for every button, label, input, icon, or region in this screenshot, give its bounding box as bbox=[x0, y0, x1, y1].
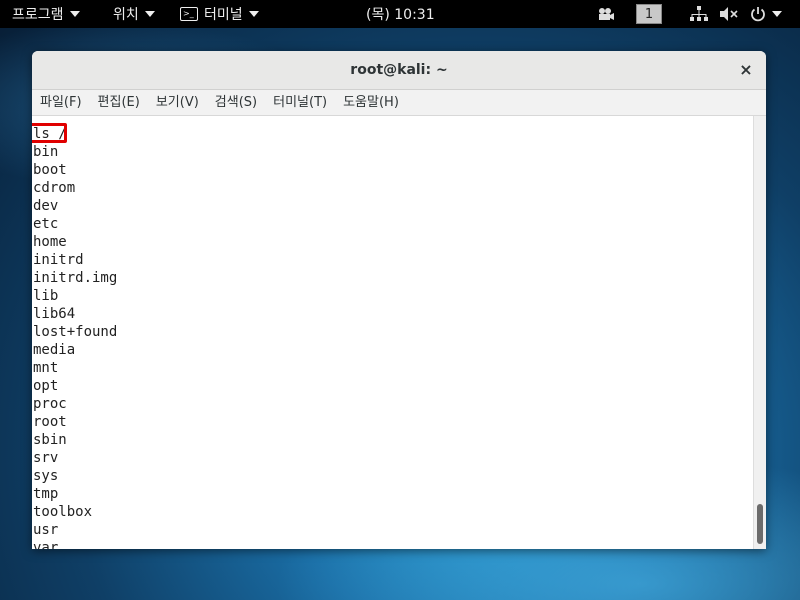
menu-help[interactable]: 도움말(H) bbox=[335, 90, 407, 115]
scrollbar[interactable] bbox=[753, 116, 766, 549]
menu-terminal[interactable]: 터미널(T) bbox=[265, 90, 335, 115]
app-label: 터미널 bbox=[204, 7, 243, 23]
chevron-down-icon bbox=[248, 11, 259, 17]
output-line: toolbox bbox=[33, 504, 93, 520]
close-button[interactable]: × bbox=[736, 60, 756, 80]
places-menu[interactable]: 위치 bbox=[113, 0, 155, 28]
menu-view[interactable]: 보기(V) bbox=[148, 90, 207, 115]
chevron-down-icon bbox=[144, 11, 155, 17]
output-line: boot bbox=[33, 162, 67, 178]
output-line: home bbox=[33, 234, 67, 250]
video-icon[interactable] bbox=[597, 0, 615, 28]
output-line: sys bbox=[33, 468, 59, 484]
output-line: dev bbox=[33, 198, 59, 214]
output-line: root bbox=[33, 414, 67, 430]
menu-search[interactable]: 검색(S) bbox=[207, 90, 265, 115]
window-titlebar[interactable]: root@kali: ~ × bbox=[32, 51, 766, 90]
output-line: lost+found bbox=[33, 324, 118, 340]
top-bar: 프로그램 위치 >_ 터미널 (목) 10:31 1 bbox=[0, 0, 800, 28]
output-line: media bbox=[33, 342, 76, 358]
activities-label: 프로그램 bbox=[12, 7, 64, 23]
output-line: initrd bbox=[33, 252, 84, 268]
output-line: cdrom bbox=[33, 180, 76, 196]
power-menu[interactable] bbox=[750, 0, 782, 28]
output-line: sbin bbox=[33, 432, 67, 448]
output-line: etc bbox=[33, 216, 59, 232]
clock-label: (목) 10:31 bbox=[366, 7, 435, 23]
output-line: usr bbox=[33, 522, 59, 538]
network-icon[interactable] bbox=[690, 0, 708, 28]
window-title: root@kali: ~ bbox=[350, 62, 448, 78]
volume-muted-icon[interactable] bbox=[720, 0, 738, 28]
workspace-indicator[interactable]: 1 bbox=[636, 4, 662, 24]
app-menu[interactable]: >_ 터미널 bbox=[180, 0, 259, 28]
output-line: bin bbox=[33, 144, 59, 160]
output-line: srv bbox=[33, 450, 59, 466]
menu-edit[interactable]: 편집(E) bbox=[90, 90, 148, 115]
output-line: opt bbox=[33, 378, 59, 394]
output-line: mnt bbox=[33, 360, 59, 376]
output-line: initrd.img bbox=[33, 270, 118, 286]
output-line: lib bbox=[33, 288, 59, 304]
output-line: tmp bbox=[33, 486, 59, 502]
menu-bar: 파일(F) 편집(E) 보기(V) 검색(S) 터미널(T) 도움말(H) bbox=[32, 90, 766, 116]
chevron-down-icon bbox=[772, 11, 782, 17]
clock[interactable]: (목) 10:31 bbox=[366, 0, 435, 28]
terminal-output[interactable]: ls / bin boot cdrom dev etc home initrd … bbox=[32, 116, 766, 549]
places-label: 위치 bbox=[113, 7, 139, 23]
output-line: lib64 bbox=[33, 306, 76, 322]
output-line: proc bbox=[33, 396, 67, 412]
output-line: var bbox=[33, 540, 59, 549]
chevron-down-icon bbox=[69, 11, 80, 17]
terminal-icon: >_ bbox=[180, 7, 198, 21]
command-highlight-box bbox=[32, 123, 67, 143]
activities-menu[interactable]: 프로그램 bbox=[12, 0, 80, 28]
terminal-lines: ls / bin boot cdrom dev etc home initrd … bbox=[33, 125, 117, 549]
terminal-window: root@kali: ~ × 파일(F) 편집(E) 보기(V) 검색(S) 터… bbox=[32, 51, 766, 549]
scrollbar-thumb[interactable] bbox=[757, 504, 763, 544]
power-icon bbox=[751, 7, 765, 22]
menu-file[interactable]: 파일(F) bbox=[32, 90, 90, 115]
